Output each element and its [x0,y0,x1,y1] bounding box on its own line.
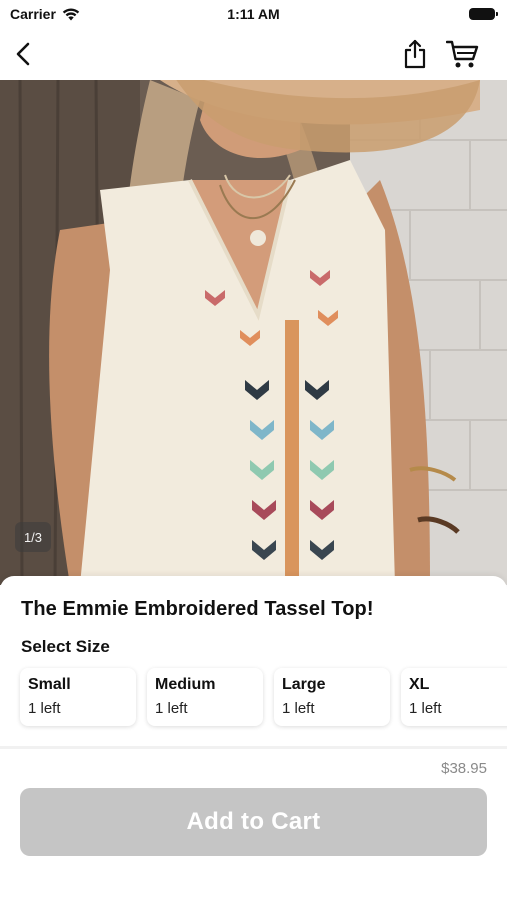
product-detail-sheet: The Emmie Embroidered Tassel Top! Select… [0,576,507,900]
size-stock: 1 left [409,700,442,717]
size-option-large[interactable]: Large 1 left [274,668,390,726]
product-price: $38.95 [441,760,487,777]
size-stock: 1 left [155,700,188,717]
back-button[interactable] [6,36,42,72]
size-name: Large [282,676,326,693]
size-stock: 1 left [282,700,315,717]
chevron-left-icon [16,42,30,66]
size-heading: Select Size [21,637,110,656]
status-time: 1:11 AM [227,6,280,22]
product-title: The Emmie Embroidered Tassel Top! [21,598,374,620]
status-bar: Carrier 1:11 AM [0,0,507,28]
size-options: Small 1 left Medium 1 left Large 1 left … [20,668,507,726]
size-name: Medium [155,676,216,693]
share-button[interactable] [397,36,433,72]
share-icon [404,39,426,69]
image-counter: 1/3 [15,522,51,552]
size-option-small[interactable]: Small 1 left [20,668,136,726]
product-image[interactable] [0,80,507,585]
size-stock: 1 left [28,700,61,717]
battery-icon [469,8,498,20]
cart-icon [446,40,479,68]
size-name: Small [28,676,71,693]
size-option-xl[interactable]: XL 1 left [401,668,507,726]
add-to-cart-button[interactable]: Add to Cart [20,788,487,856]
size-option-medium[interactable]: Medium 1 left [147,668,263,726]
size-name: XL [409,676,430,693]
nav-bar [0,28,507,80]
divider [0,746,507,749]
cart-button[interactable] [445,36,481,72]
